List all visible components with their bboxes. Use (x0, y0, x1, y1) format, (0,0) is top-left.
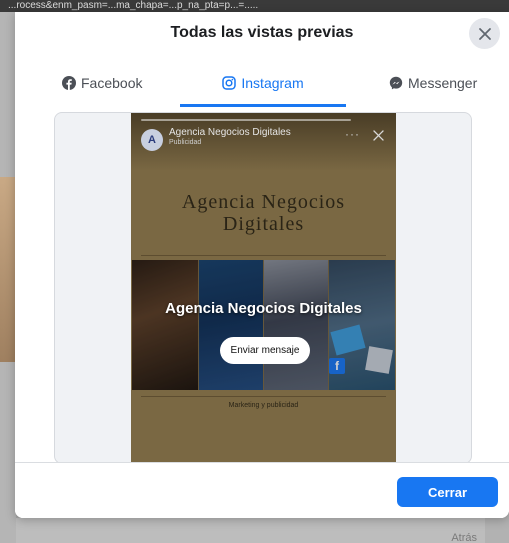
facebook-icon (62, 76, 76, 90)
modal-footer: Cerrar (15, 462, 509, 518)
modal-title: Todas las vistas previas (170, 24, 354, 41)
instagram-icon (222, 76, 237, 90)
send-message-button[interactable]: Enviar mensaje (220, 337, 310, 364)
avatar: A (141, 129, 163, 151)
close-modal-button[interactable]: Cerrar (397, 477, 498, 507)
story-progress-bar (141, 119, 351, 121)
tab-messenger[interactable]: Messenger (389, 60, 477, 106)
story-close-icon[interactable] (373, 130, 384, 141)
tab-instagram-label: Instagram (241, 75, 304, 91)
story-headline-line-1: Agencia Negocios (181, 191, 346, 213)
active-tab-indicator (180, 104, 346, 107)
background-back-label: Atrás (451, 532, 477, 543)
background-bottom-panel (16, 518, 485, 543)
background-image (0, 177, 16, 362)
messenger-icon (389, 76, 403, 90)
collage-overlay (132, 260, 395, 390)
tab-instagram[interactable]: Instagram (180, 60, 346, 106)
story-overlay-title: Agencia Negocios Digitales (165, 300, 362, 317)
divider (141, 396, 386, 397)
tab-messenger-label: Messenger (408, 75, 478, 91)
story-headline-line-2: Digitales (222, 213, 305, 235)
url-text: ...rocess&enm_pasm=...ma_chapa=...p_na_p… (8, 0, 259, 11)
preview-container: A Agencia Negocios Digitales Publicidad … (54, 112, 472, 464)
story-image-collage: f Agencia Negocios Digitales Enviar mens… (132, 260, 395, 390)
browser-url-strip: ...rocess&enm_pasm=...ma_chapa=...p_na_p… (0, 0, 509, 12)
tab-facebook[interactable]: Facebook (62, 60, 142, 106)
placement-tabs: Facebook Instagram Messenger (15, 60, 509, 107)
close-button[interactable] (469, 18, 500, 49)
divider (141, 255, 386, 256)
account-name: Agencia Negocios Digitales (169, 127, 291, 138)
instagram-story-preview: A Agencia Negocios Digitales Publicidad … (131, 113, 396, 463)
tab-facebook-label: Facebook (81, 75, 143, 91)
all-previews-modal: Todas las vistas previas Facebook Instag… (15, 12, 509, 518)
modal-header: Todas las vistas previas (15, 12, 509, 56)
story-header: A Agencia Negocios Digitales Publicidad … (131, 113, 396, 171)
background-left-panel (0, 12, 16, 543)
story-caption: Marketing y publicidad (228, 402, 299, 409)
account-subtitle: Publicidad (169, 139, 202, 146)
close-icon (478, 27, 491, 40)
more-dots-icon[interactable]: ··· (345, 127, 360, 141)
